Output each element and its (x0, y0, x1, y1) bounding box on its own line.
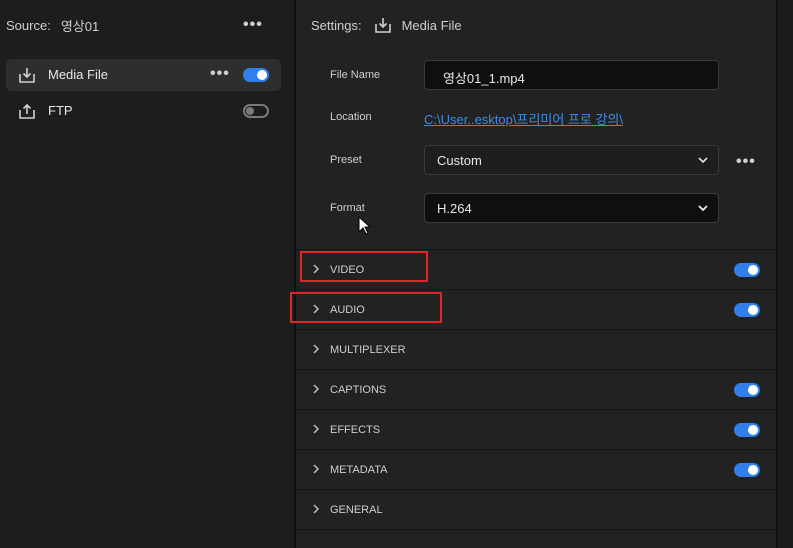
video-toggle[interactable] (734, 263, 760, 277)
section-captions[interactable]: CAPTIONS (296, 369, 776, 409)
section-label: EFFECTS (330, 424, 381, 436)
audio-toggle[interactable] (734, 303, 760, 317)
section-multiplexer[interactable]: MULTIPLEXER (296, 329, 776, 369)
section-effects[interactable]: EFFECTS (296, 409, 776, 449)
chevron-right-icon (313, 504, 320, 514)
location-link[interactable]: C:\User..esktop\프리미어 프로 강의\ (424, 109, 623, 128)
preset-value: Custom (437, 153, 482, 168)
settings-label: Settings: (311, 17, 362, 33)
chevron-down-icon (698, 205, 708, 212)
download-icon (374, 18, 391, 33)
effects-toggle[interactable] (734, 423, 760, 437)
audio-highlight-box (290, 292, 442, 323)
metadata-toggle[interactable] (734, 463, 760, 477)
preset-label: Preset (330, 154, 362, 166)
chevron-right-icon (313, 384, 320, 394)
destination-label: Media File (48, 67, 108, 82)
settings-destination-name: Media File (401, 17, 462, 33)
section-label: GENERAL (330, 504, 383, 516)
destination-ftp[interactable]: FTP (6, 95, 281, 127)
section-metadata[interactable]: METADATA (296, 449, 776, 489)
section-label: METADATA (330, 464, 388, 476)
source-header: Source: 영상01 (6, 16, 99, 35)
source-name: 영상01 (60, 19, 100, 34)
format-dropdown[interactable]: H.264 (424, 193, 719, 223)
source-more-icon[interactable]: ••• (243, 17, 263, 33)
file-name-value: 영상01_1.mp4 (443, 71, 525, 86)
preset-dropdown[interactable]: Custom (424, 145, 719, 175)
ftp-toggle[interactable] (243, 104, 269, 118)
file-name-label: File Name (330, 69, 381, 81)
video-highlight-box (300, 251, 428, 282)
destination-media-file[interactable]: Media File ••• (6, 59, 281, 91)
destination-label: FTP (48, 103, 73, 118)
chevron-right-icon (313, 424, 320, 434)
chevron-right-icon (313, 344, 320, 354)
format-value: H.264 (437, 201, 472, 216)
media-file-toggle[interactable] (243, 68, 269, 82)
source-label: Source: (6, 18, 51, 33)
section-general[interactable]: GENERAL (296, 489, 776, 529)
download-icon (19, 68, 35, 83)
section-label: MULTIPLEXER (330, 344, 406, 356)
destination-more-icon[interactable]: ••• (210, 66, 230, 82)
section-list-end (296, 529, 776, 548)
settings-header: Settings: Media File (311, 16, 462, 34)
preset-more-icon[interactable]: ••• (736, 154, 756, 170)
scroll-gutter[interactable] (776, 0, 793, 548)
location-label: Location (330, 111, 372, 123)
file-name-field[interactable]: 영상01_1.mp4 (424, 60, 719, 90)
captions-toggle[interactable] (734, 383, 760, 397)
chevron-down-icon (698, 157, 708, 164)
format-label: Format (330, 202, 365, 214)
chevron-right-icon (313, 464, 320, 474)
upload-icon (19, 103, 35, 119)
section-label: CAPTIONS (330, 384, 387, 396)
destinations-panel: Source: 영상01 ••• Media File ••• FTP (0, 0, 294, 548)
mouse-cursor-icon (358, 216, 372, 235)
